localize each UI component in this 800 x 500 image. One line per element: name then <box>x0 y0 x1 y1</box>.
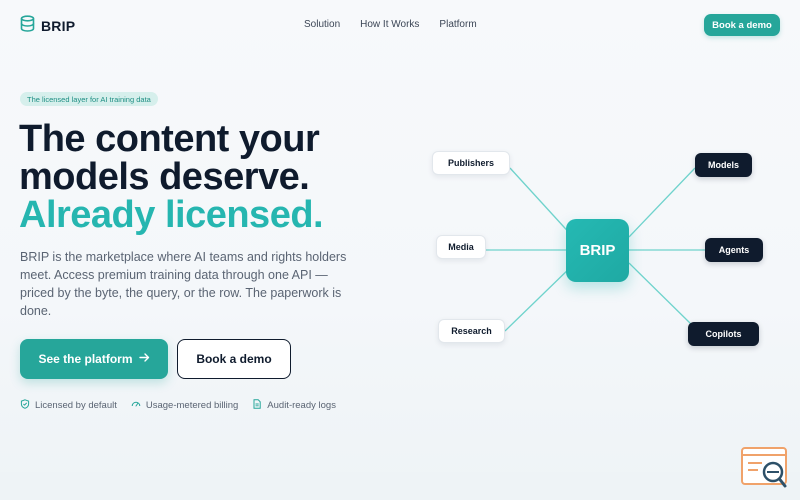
feature-item: Licensed by default <box>20 399 117 412</box>
feature-label: Licensed by default <box>35 400 117 411</box>
headline-line-1: The content your <box>19 118 320 160</box>
main-nav: Solution How It Works Platform <box>304 19 477 30</box>
connector-line <box>628 262 693 326</box>
connector-line <box>504 263 575 332</box>
destination-node-copilots: Copilots <box>688 322 759 346</box>
brand-logo[interactable]: BRIP <box>20 15 75 37</box>
source-node-media: Media <box>436 235 486 259</box>
footer-band <box>0 472 800 500</box>
document-icon <box>252 399 262 412</box>
destination-node-agents: Agents <box>705 238 763 262</box>
arrow-right-icon <box>138 352 150 366</box>
database-icon <box>20 15 35 37</box>
hero-description: BRIP is the marketplace where AI teams a… <box>20 250 347 318</box>
source-node-research: Research <box>438 319 505 343</box>
see-platform-label: See the platform <box>38 352 133 366</box>
gauge-icon <box>131 399 141 412</box>
brand-name: BRIP <box>41 18 76 34</box>
hero-headline: The content your models deserve. Already… <box>19 120 399 234</box>
feature-list: Licensed by default Usage-metered billin… <box>20 399 336 412</box>
feature-item: Audit-ready logs <box>252 399 336 412</box>
shield-check-icon <box>20 399 30 412</box>
feature-label: Audit-ready logs <box>267 400 336 411</box>
search-browser-icon <box>740 447 790 494</box>
feature-item: Usage-metered billing <box>131 399 238 412</box>
destination-node-models: Models <box>695 153 752 177</box>
floating-search-widget[interactable] <box>740 446 790 490</box>
hero-book-demo-button[interactable]: Book a demo <box>177 339 291 379</box>
nav-item-solution[interactable]: Solution <box>304 19 340 30</box>
connector-line <box>509 167 575 239</box>
header-book-demo-button[interactable]: Book a demo <box>704 14 780 36</box>
nav-item-how-it-works[interactable]: How It Works <box>360 19 419 30</box>
hub-node-brip: BRIP <box>566 219 629 282</box>
headline-accent-line: Already licensed. <box>19 194 324 236</box>
site-header: BRIP Solution How It Works Platform Book… <box>0 0 800 50</box>
headline-line-2: models deserve. <box>19 156 310 198</box>
feature-label: Usage-metered billing <box>145 400 239 411</box>
nav-item-platform[interactable]: Platform <box>439 19 476 30</box>
see-platform-button[interactable]: See the platform <box>20 339 168 379</box>
hero-badge: The licensed layer for AI training data <box>20 92 158 106</box>
connector-line <box>628 167 696 238</box>
source-node-publishers: Publishers <box>432 151 510 175</box>
